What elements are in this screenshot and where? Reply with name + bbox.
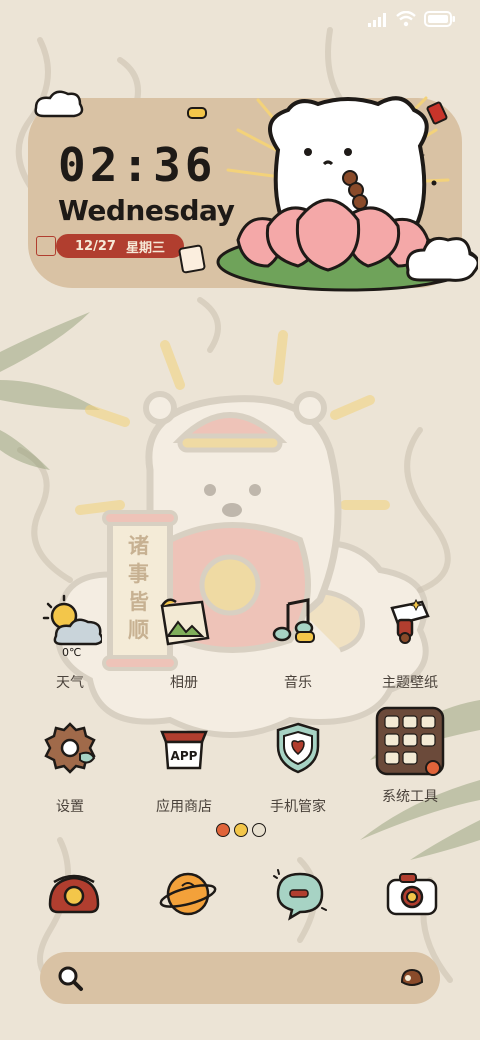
clock-weekday: Wednesday <box>58 194 235 227</box>
date-pill: 12/27 星期三 <box>56 234 184 258</box>
search-bar[interactable] <box>40 952 440 1004</box>
system-tools-folder-icon <box>375 706 445 776</box>
page-dot-active[interactable] <box>216 823 230 837</box>
clock-date: 12/27 <box>75 238 116 254</box>
app-label: 应用商店 <box>156 799 212 815</box>
app-label: 手机管家 <box>270 799 326 815</box>
clock-lunar: 星期三 <box>125 240 165 256</box>
gallery-icon <box>152 592 216 656</box>
app-store[interactable]: APP 应用商店 <box>136 716 232 816</box>
folder-system-tools[interactable]: 系统工具 <box>362 706 458 806</box>
settings-icon <box>38 716 102 780</box>
app-label: 天气 <box>56 675 84 691</box>
page-dot[interactable] <box>252 823 266 837</box>
app-label: 主题壁纸 <box>382 675 438 691</box>
app-themes[interactable]: 主题壁纸 <box>362 592 458 692</box>
dock-phone[interactable] <box>44 864 104 924</box>
music-icon <box>266 592 330 656</box>
app-security[interactable]: 手机管家 <box>250 716 346 816</box>
wifi-icon <box>396 10 416 31</box>
seal-icon <box>36 236 56 256</box>
voice-search-icon[interactable] <box>396 962 426 992</box>
fortune-charm-icon <box>177 244 207 274</box>
messages-icon <box>273 869 327 921</box>
dock-browser[interactable] <box>158 864 218 924</box>
dock-camera[interactable] <box>382 864 442 924</box>
app-label: 相册 <box>170 675 198 691</box>
security-icon <box>266 716 330 780</box>
app-label: 系统工具 <box>382 789 438 805</box>
app-store-badge-text: APP <box>171 749 198 763</box>
weather-temperature: 0℃ <box>62 646 82 659</box>
search-icon <box>58 966 83 991</box>
signal-icon <box>368 12 388 31</box>
dock-messages[interactable] <box>270 864 330 924</box>
clock-time: 02:36 <box>58 138 217 192</box>
app-label: 音乐 <box>284 675 312 691</box>
camera-icon <box>386 873 438 916</box>
page-indicator[interactable] <box>216 823 266 837</box>
browser-icon <box>159 872 217 916</box>
page-dot[interactable] <box>234 823 248 837</box>
app-gallery[interactable]: 相册 <box>136 592 232 692</box>
phone-icon <box>48 874 100 914</box>
app-settings[interactable]: 设置 <box>22 716 118 816</box>
app-label: 设置 <box>56 799 84 815</box>
status-bar <box>368 10 456 32</box>
battery-icon <box>424 11 456 31</box>
app-weather[interactable]: 天气 <box>22 592 118 692</box>
app-store-icon: APP <box>152 716 216 780</box>
themes-icon <box>378 592 442 656</box>
app-music[interactable]: 音乐 <box>250 592 346 692</box>
